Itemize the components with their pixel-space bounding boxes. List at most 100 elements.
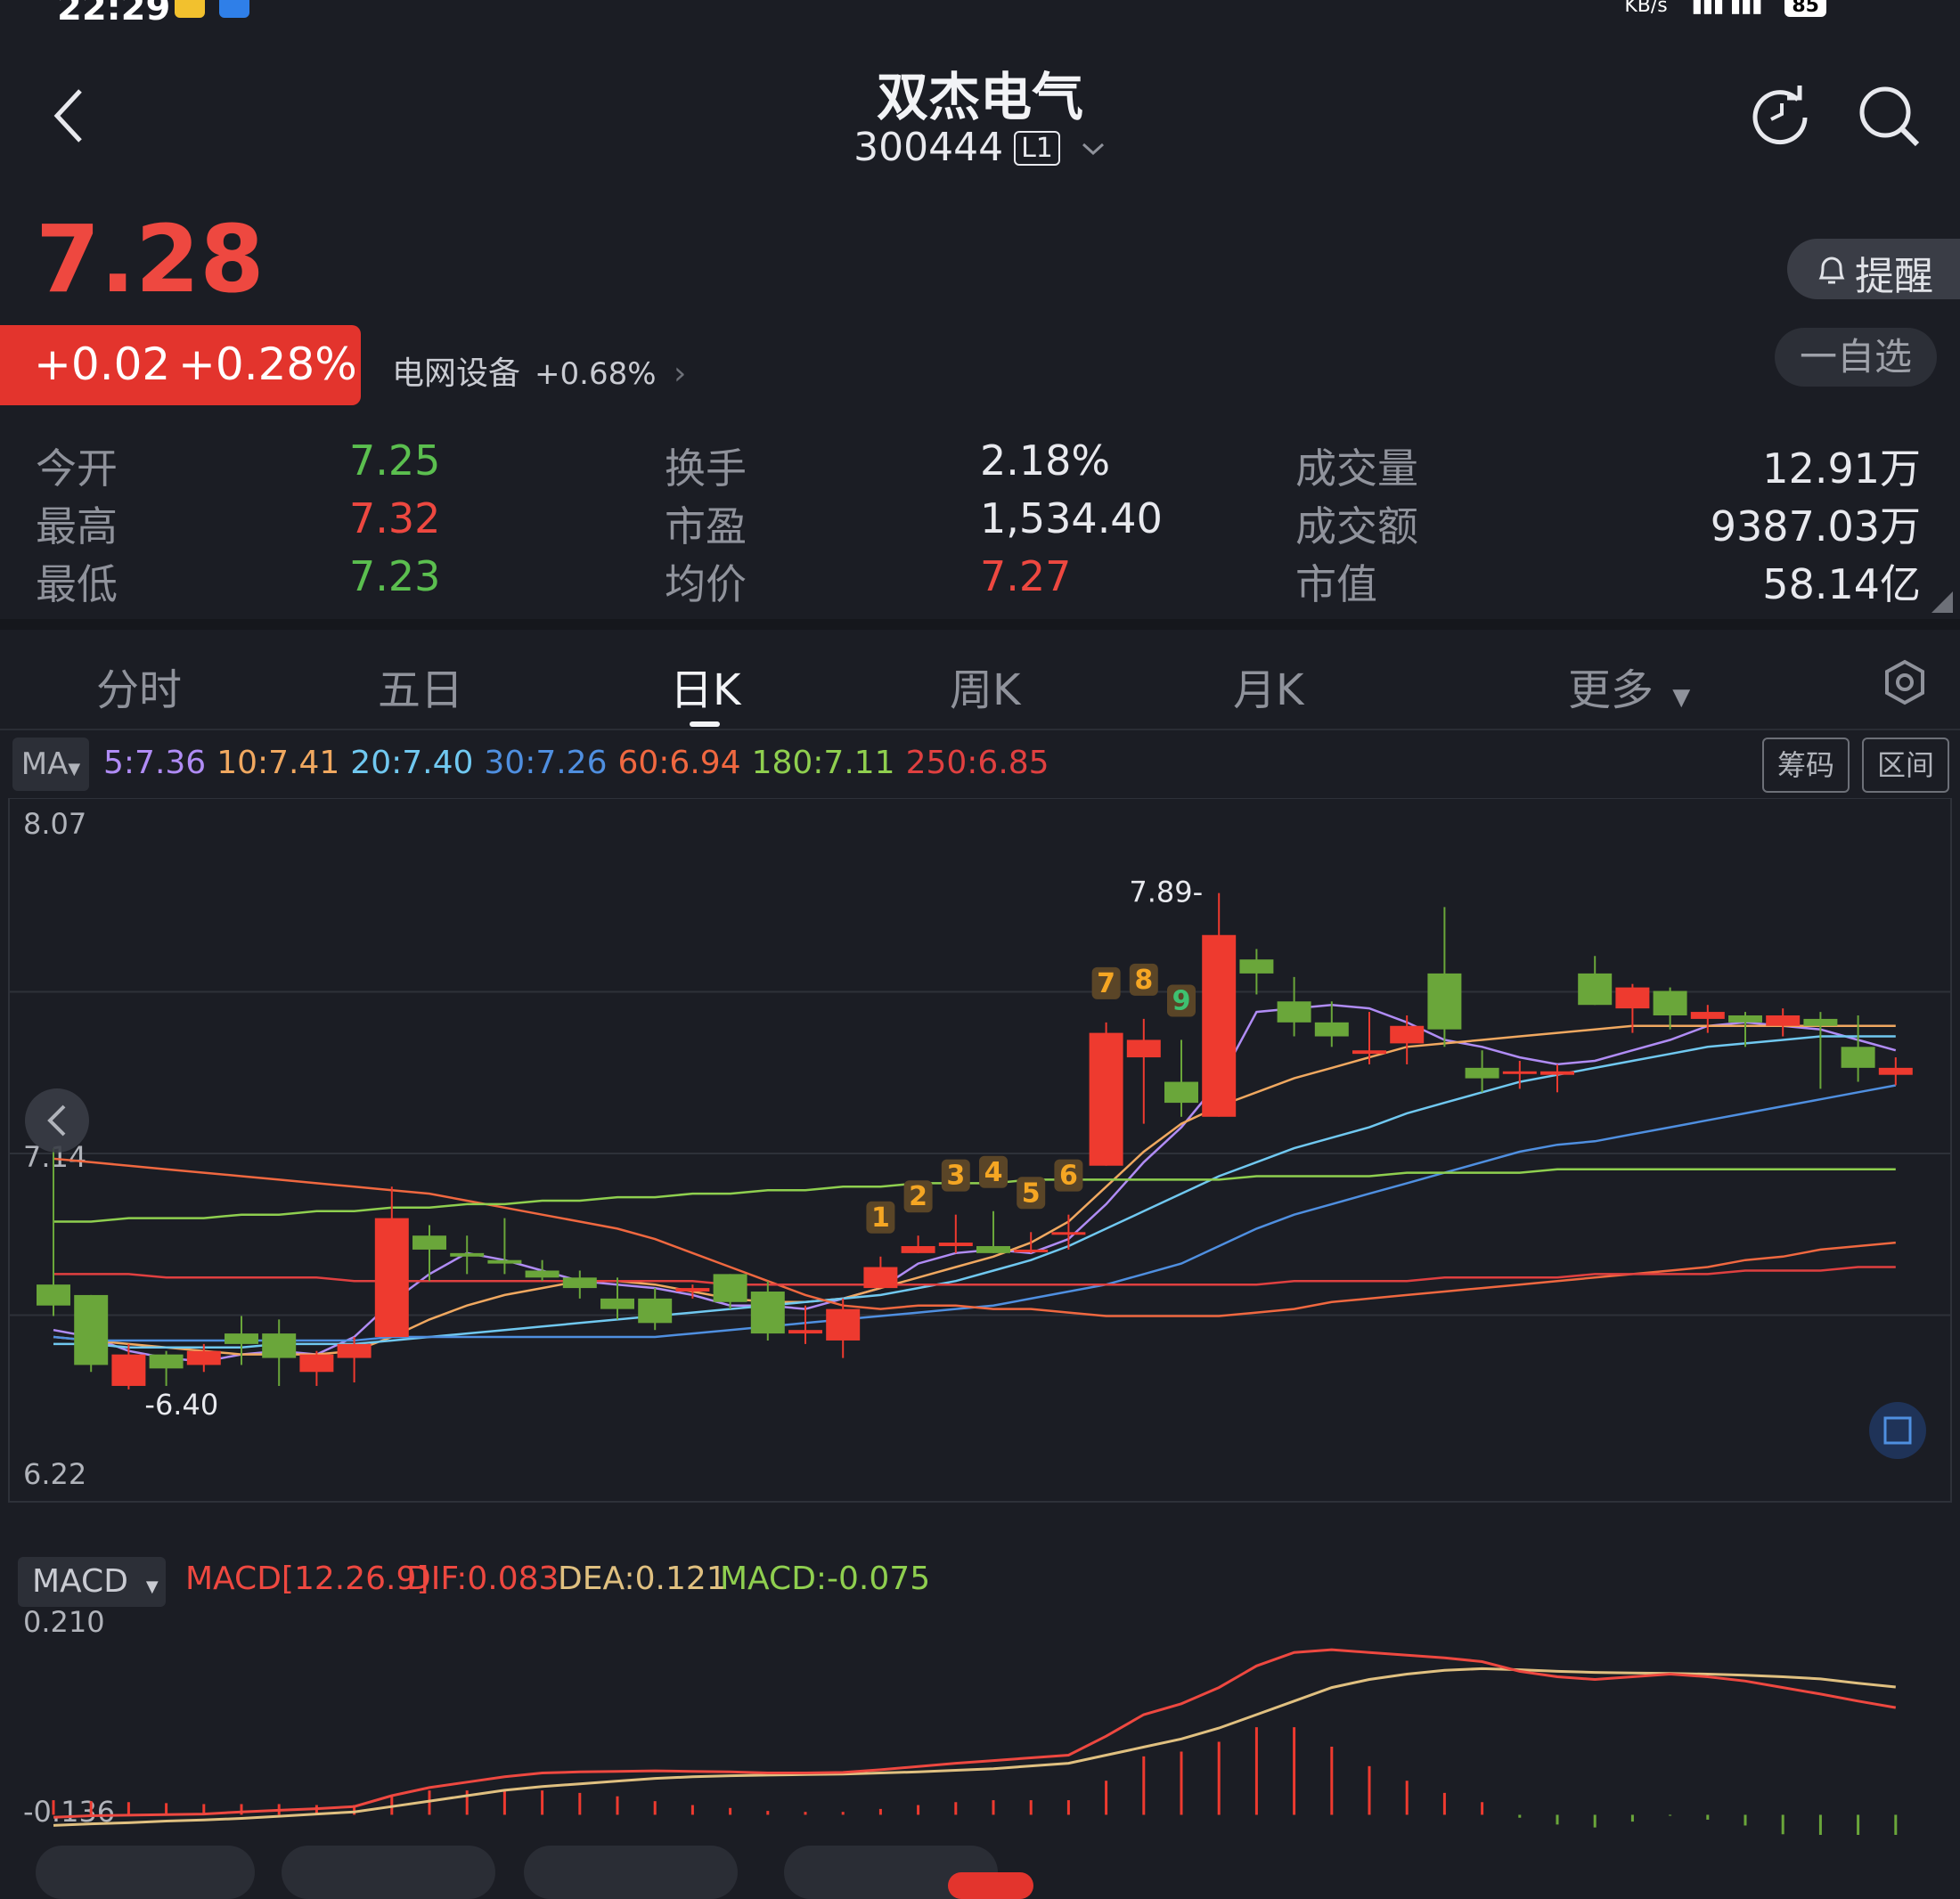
low-label: 最低: [36, 560, 118, 608]
stock-code: 300444: [853, 125, 1004, 170]
candle-body: [1089, 1032, 1123, 1166]
candle-body: [1690, 1012, 1725, 1019]
sector-pct: +0.68%: [535, 356, 657, 392]
stock-name: 双杰电气: [876, 67, 1083, 127]
bottom-action-pill[interactable]: [36, 1846, 255, 1899]
signal-icon: ▮▮▮ ▮▮▮: [1691, 0, 1763, 17]
sector-name: 电网设备: [392, 355, 521, 392]
candle-body: [1126, 1039, 1161, 1058]
caret-down-icon: ▼: [145, 1577, 159, 1596]
bottom-badge: [948, 1872, 1033, 1899]
macd-chart[interactable]: 0.210-0.136: [0, 1603, 1960, 1835]
candle-body: [1314, 1022, 1349, 1037]
open-value: 7.25: [349, 436, 441, 485]
ma-line-ma20: [53, 1035, 1896, 1349]
candle-body: [863, 1267, 898, 1289]
candle-body: [1653, 990, 1687, 1015]
tab-intraday[interactable]: 分时: [96, 655, 182, 717]
turnover-value: 2.18%: [980, 436, 1111, 485]
ma-value-item: 60:6.94: [617, 745, 741, 781]
tabs-divider: [0, 729, 1960, 730]
ma-value-item: 20:7.40: [350, 745, 474, 781]
macd-dif: DIF:0.083: [406, 1561, 559, 1597]
search-button[interactable]: [1853, 80, 1924, 151]
candle-body: [337, 1343, 372, 1358]
ma-button-label: MA: [20, 746, 69, 782]
candle-body: [1502, 1071, 1537, 1074]
candle-body: [1164, 1081, 1198, 1104]
macd-button-label: MACD: [32, 1563, 128, 1600]
candle-body: [149, 1354, 184, 1369]
candle-body: [938, 1243, 973, 1246]
candle-body: [1578, 973, 1613, 1006]
candle-body: [1277, 1001, 1311, 1023]
pe-value: 1,534.40: [980, 494, 1163, 542]
volume-label: 成交量: [1295, 444, 1418, 493]
high-value: 7.32: [349, 494, 441, 542]
refresh-button[interactable]: [1744, 80, 1816, 151]
td-marker-5: 5: [1022, 1178, 1041, 1209]
candle-body: [1803, 1018, 1838, 1026]
macd-y-top-label: 0.210: [23, 1605, 105, 1639]
chart-settings-button[interactable]: [1882, 659, 1928, 709]
tab-weekly-k[interactable]: 周K: [950, 655, 1020, 717]
macd-dea: DEA:0.121: [558, 1561, 727, 1597]
search-icon: [1859, 86, 1920, 147]
amount-value: 9387.03万: [1710, 502, 1921, 550]
status-icons: KB/s ▮▮▮ ▮▮▮ 85: [1624, 0, 1826, 17]
candle-body: [1202, 934, 1237, 1117]
avg-price-value: 7.27: [980, 552, 1072, 600]
candlestick-chart[interactable]: 8.077.146.222025/05/222025/08/017.89--6.…: [0, 798, 1960, 1511]
candle-body: [1352, 1050, 1386, 1055]
tab-daily-k[interactable]: 日K: [670, 655, 740, 717]
amount-label: 成交额: [1295, 502, 1418, 550]
macd-dea-line: [53, 1667, 1896, 1827]
status-time: 22:29: [57, 0, 171, 29]
td-marker-3: 3: [946, 1161, 965, 1192]
tab-five-day[interactable]: 五日: [378, 655, 463, 717]
ma-selector-button[interactable]: MA▼: [12, 738, 89, 791]
battery-icon: 85: [1784, 0, 1826, 17]
chevron-right-icon: ›: [673, 355, 687, 392]
candle-body: [487, 1259, 522, 1264]
chevron-down-icon: [1082, 143, 1104, 156]
section-divider: [0, 619, 1960, 630]
market-cap-value: 58.14亿: [1762, 560, 1921, 608]
macd-params: MACD[12.26.9]: [185, 1561, 429, 1597]
candle-body: [74, 1294, 109, 1365]
refresh-icon: [1752, 86, 1808, 145]
td-marker-2: 2: [909, 1181, 927, 1212]
candle-body: [1728, 1015, 1762, 1023]
candle-body: [1014, 1249, 1049, 1252]
alert-button[interactable]: 提醒: [1787, 239, 1960, 299]
candle-body: [412, 1235, 446, 1250]
candle-body: [111, 1354, 146, 1386]
expand-corner-icon[interactable]: [1931, 591, 1953, 613]
fullscreen-button: [1869, 1402, 1926, 1459]
chip-distribution-button[interactable]: 筹码: [1762, 738, 1850, 793]
macd-selector-button[interactable]: MACD ▼: [18, 1557, 166, 1607]
bottom-action-pill[interactable]: [524, 1846, 738, 1899]
candle-body: [1051, 1232, 1086, 1235]
td-marker-6: 6: [1059, 1161, 1078, 1192]
range-button[interactable]: 区间: [1862, 738, 1949, 793]
candle-body: [299, 1354, 334, 1373]
ma-value-item: 5:7.36: [103, 745, 207, 781]
high-label: 最高: [36, 502, 118, 550]
candle-body: [1427, 973, 1462, 1030]
stock-code-row[interactable]: 300444 L1: [0, 125, 1960, 170]
candle-body: [562, 1277, 597, 1289]
sector-link[interactable]: 电网设备 +0.68% ›: [392, 347, 686, 394]
tab-more[interactable]: 更多 ▼: [1568, 655, 1690, 717]
tab-monthly-k[interactable]: 月K: [1233, 655, 1303, 717]
tab-more-label: 更多: [1568, 665, 1654, 715]
candle-body: [826, 1308, 861, 1341]
add-watchlist-button[interactable]: 一自选: [1775, 328, 1937, 387]
bottom-action-pill[interactable]: [282, 1846, 495, 1899]
max-price-label: 7.89-: [1129, 876, 1203, 909]
candle-body: [1766, 1015, 1801, 1026]
low-value: 7.23: [349, 552, 441, 600]
turnover-label: 换手: [665, 444, 747, 493]
current-price: 7.28: [36, 205, 265, 314]
avg-price-label: 均价: [665, 560, 747, 608]
